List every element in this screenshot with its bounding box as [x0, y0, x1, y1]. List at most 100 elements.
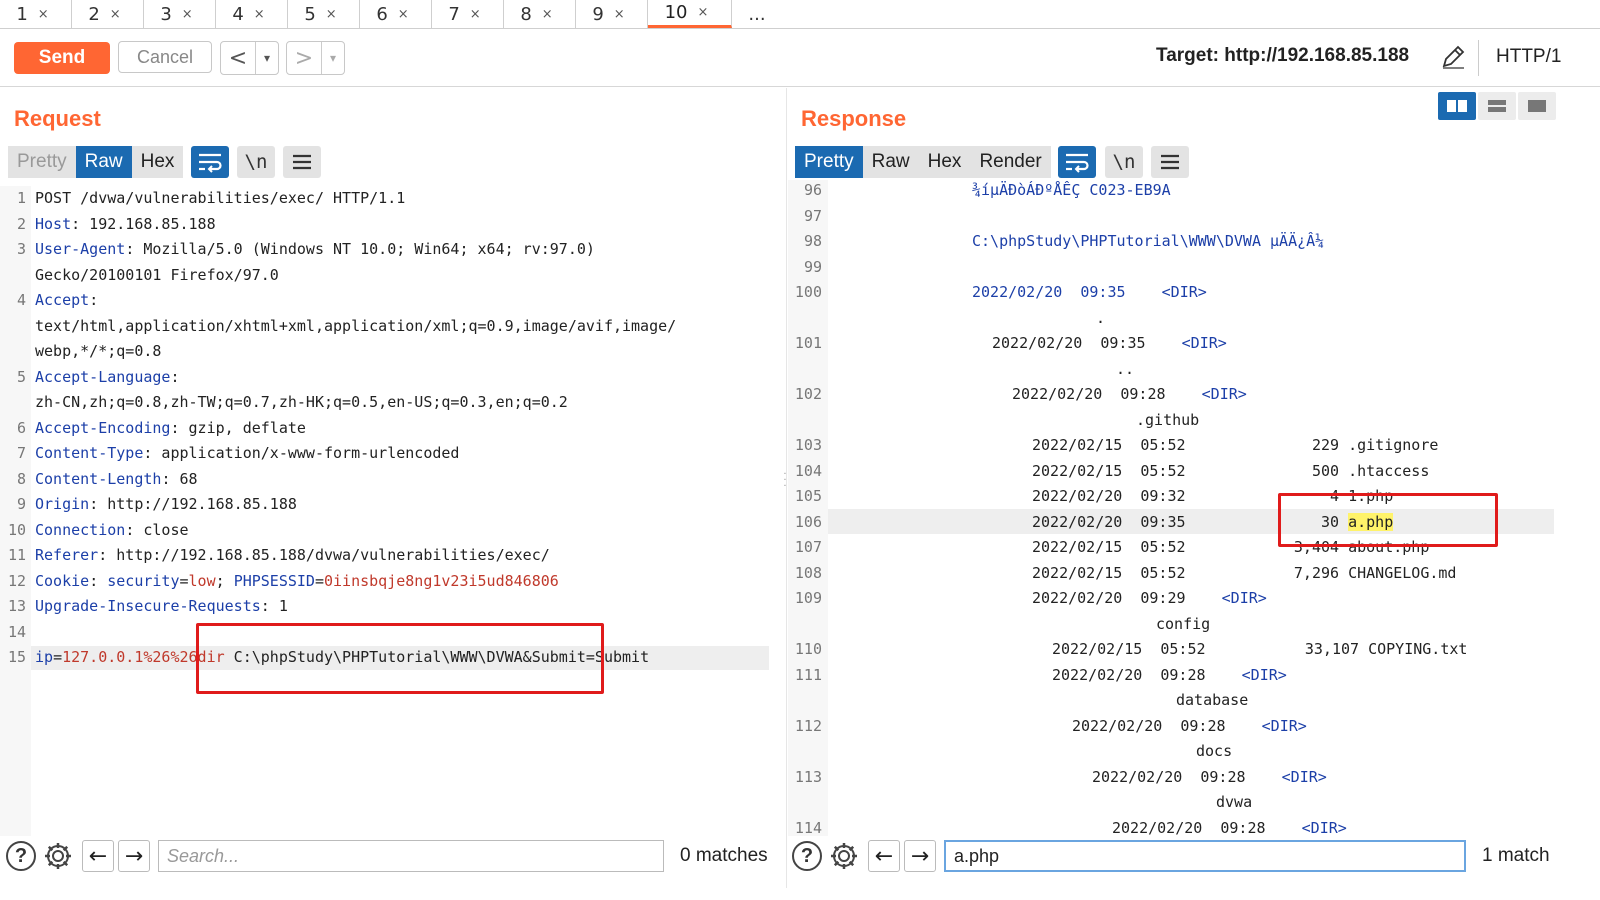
response-highlight-box	[1278, 493, 1498, 547]
close-icon[interactable]: ×	[470, 7, 481, 22]
forward-arrow-button[interactable]: >	[287, 42, 321, 74]
request-menu-button[interactable]	[283, 146, 321, 178]
close-icon[interactable]: ×	[698, 5, 709, 20]
gear-icon[interactable]	[828, 840, 860, 872]
response-search-input[interactable]: a.php	[944, 840, 1466, 872]
pencil-icon[interactable]	[1440, 44, 1466, 70]
columns-icon	[1447, 100, 1467, 112]
search-previous-button[interactable]: ←	[868, 840, 900, 872]
code-token: <DIR>	[1161, 283, 1207, 301]
response-tab-hex[interactable]: Hex	[918, 146, 971, 178]
close-icon[interactable]: ×	[254, 7, 265, 22]
code-token: <DIR>	[1281, 767, 1327, 786]
layout-switcher	[1438, 92, 1556, 120]
request-tab-9[interactable]: 9 ×	[576, 0, 648, 28]
target-label: Target: http://192.168.85.188	[1156, 45, 1410, 66]
layout-stacked-button[interactable]	[1478, 92, 1516, 120]
code-line: Accept-Language:	[35, 368, 180, 386]
code-token: Connection	[35, 520, 126, 539]
send-button[interactable]: Send	[14, 42, 110, 74]
code-line: 2022/02/15 05:52 33,107 COPYING.txt	[1052, 640, 1467, 658]
layout-side-by-side-button[interactable]	[1438, 92, 1476, 120]
request-tab-raw[interactable]: Raw	[75, 146, 132, 178]
code-token: low	[188, 571, 216, 590]
response-tab-raw[interactable]: Raw	[862, 146, 919, 178]
code-token: <DIR>	[1261, 716, 1307, 735]
code-line: 2022/02/20 09:28 <DIR>	[1012, 385, 1247, 403]
code-token: .	[1096, 308, 1106, 327]
response-tab-render[interactable]: Render	[970, 146, 1051, 178]
request-tab-10[interactable]: 10 ×	[648, 0, 732, 28]
close-icon[interactable]: ×	[398, 7, 409, 22]
code-line: Gecko/20100101 Firefox/97.0	[35, 266, 279, 284]
code-token: Accept-Language	[35, 367, 171, 386]
code-token: C:\phpStudy\PHPTutorial\WWW\DVWA µÄÄ¿Â¼	[972, 232, 1325, 250]
request-tab-hex[interactable]: Hex	[131, 146, 184, 178]
code-line: dvwa	[1216, 793, 1252, 811]
response-menu-button[interactable]	[1151, 146, 1189, 178]
line-number: 3	[16, 240, 26, 258]
line-number: 1	[16, 189, 26, 207]
request-title: Request	[14, 106, 101, 131]
back-arrow-button[interactable]: <	[221, 42, 255, 74]
code-token: Referer	[35, 546, 99, 564]
request-tab-1[interactable]: 1 ×	[0, 0, 72, 28]
line-number: 98	[803, 232, 822, 250]
code-token: :	[170, 367, 180, 386]
code-token: 2022/02/15 05:52 229 .gitignore	[1032, 436, 1439, 454]
tab-label: 3	[160, 3, 172, 25]
rows-icon	[1488, 100, 1506, 112]
help-icon[interactable]: ?	[6, 841, 36, 871]
line-number: 109	[794, 589, 822, 607]
close-icon[interactable]: ×	[38, 7, 49, 22]
close-icon[interactable]: ×	[182, 7, 193, 22]
line-number: 100	[794, 283, 822, 301]
request-wrap-toggle[interactable]	[191, 146, 229, 178]
line-number: 2	[16, 214, 26, 233]
response-newline-toggle[interactable]: \n	[1105, 146, 1143, 178]
code-token: =	[53, 648, 63, 666]
search-next-button[interactable]: →	[904, 840, 936, 872]
response-wrap-toggle[interactable]	[1058, 146, 1096, 178]
code-token: ip	[35, 648, 54, 666]
request-tab-3[interactable]: 3 ×	[144, 0, 216, 28]
close-icon[interactable]: ×	[326, 7, 337, 22]
request-search-input[interactable]: Search...	[158, 840, 664, 872]
request-view-tabs: Pretty Raw Hex	[8, 146, 184, 178]
tab-label: 7	[448, 3, 460, 25]
request-newline-toggle[interactable]: \n	[237, 146, 275, 178]
search-previous-button[interactable]: ←	[82, 840, 114, 872]
line-number: 13	[7, 597, 26, 615]
single-pane-icon	[1528, 100, 1546, 112]
close-icon[interactable]: ×	[110, 7, 121, 22]
layout-single-button[interactable]	[1518, 92, 1556, 120]
code-line: 2022/02/15 05:52 500 .htaccess	[1032, 462, 1429, 480]
request-tab-4[interactable]: 4 ×	[216, 0, 288, 28]
request-tab-6[interactable]: 6 ×	[360, 0, 432, 28]
request-tab-8[interactable]: 8 ×	[504, 0, 576, 28]
request-tab-7[interactable]: 7 ×	[432, 0, 504, 28]
gear-icon[interactable]	[42, 840, 74, 872]
request-tab-2[interactable]: 2 ×	[72, 0, 144, 28]
line-number: 96	[803, 181, 822, 199]
response-tab-pretty[interactable]: Pretty	[795, 146, 863, 178]
history-forward-group: > ▾	[286, 41, 345, 75]
help-icon[interactable]: ?	[792, 841, 822, 871]
more-tabs-button[interactable]: ...	[732, 0, 788, 28]
search-next-button[interactable]: →	[118, 840, 150, 872]
response-match-count: 1 match	[1482, 845, 1550, 866]
request-tab-pretty[interactable]: Pretty	[8, 146, 76, 178]
code-line: 2022/02/20 09:28 <DIR>	[1052, 666, 1287, 684]
back-dropdown-button[interactable]: ▾	[255, 42, 278, 74]
forward-dropdown-button[interactable]: ▾	[321, 42, 344, 74]
code-line: text/html,application/xhtml+xml,applicat…	[35, 317, 676, 335]
http-version-label[interactable]: HTTP/1	[1496, 46, 1561, 68]
request-tab-5[interactable]: 5 ×	[288, 0, 360, 28]
line-number: 110	[794, 640, 822, 658]
close-icon[interactable]: ×	[614, 7, 625, 22]
code-line: Content-Length: 68	[35, 470, 198, 488]
cancel-button[interactable]: Cancel	[118, 41, 212, 73]
code-token: : http://192.168.85.188	[89, 495, 297, 513]
close-icon[interactable]: ×	[542, 7, 553, 22]
code-token: Gecko/20100101 Firefox/97.0	[35, 265, 279, 284]
